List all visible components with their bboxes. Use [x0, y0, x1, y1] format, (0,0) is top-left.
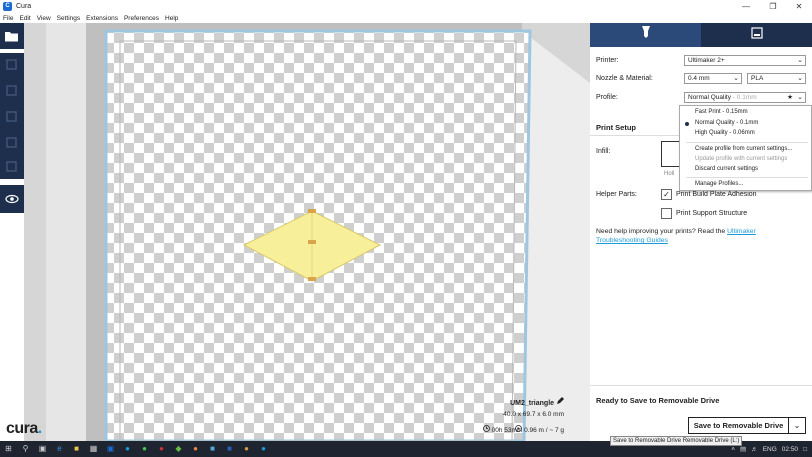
- cura-logo: cura.: [6, 420, 42, 437]
- profile-label: Profile:: [596, 94, 618, 101]
- menu-preferences[interactable]: Preferences: [124, 15, 159, 22]
- app-icon[interactable]: ●: [187, 441, 204, 457]
- chevron-down-icon: ⌄: [797, 94, 803, 101]
- menu-item-high-quality[interactable]: High Quality - 0.06mm: [695, 130, 755, 136]
- word-icon[interactable]: ■: [221, 441, 238, 457]
- support-label: Print Support Structure: [676, 210, 748, 217]
- profile-dropdown-menu: Fast Print - 0.15mm Normal Quality - 0.1…: [679, 105, 812, 191]
- pencil-icon: [557, 397, 564, 404]
- transform-tools-group: [0, 53, 24, 179]
- object-dimensions: 40.0 x 69.7 x 6.0 mm: [503, 411, 564, 418]
- transform-tools-icons: [6, 59, 17, 172]
- windows-start-icon[interactable]: ⊞: [0, 441, 17, 457]
- profile-select[interactable]: Normal Quality - 0.1mm ★ ⌄: [684, 92, 806, 103]
- menu-separator: [686, 177, 808, 178]
- menu-item-create-profile[interactable]: Create profile from current settings...: [695, 146, 792, 152]
- file-explorer-icon[interactable]: ■: [68, 441, 85, 457]
- helper-parts-label: Helper Parts:: [596, 191, 637, 198]
- support-checkbox[interactable]: [661, 208, 672, 219]
- menu-item-discard-settings[interactable]: Discard current settings: [695, 166, 758, 172]
- minimize-button[interactable]: —: [733, 0, 759, 13]
- chevron-up-icon[interactable]: ˄: [731, 446, 735, 453]
- menu-item-fast-print[interactable]: Fast Print - 0.15mm: [695, 109, 748, 115]
- edge-icon[interactable]: e: [51, 441, 68, 457]
- language-indicator[interactable]: ENG: [763, 446, 777, 453]
- tab-monitor[interactable]: [701, 23, 812, 47]
- menu-help[interactable]: Help: [165, 15, 178, 22]
- menu-extensions[interactable]: Extensions: [86, 15, 118, 22]
- network-icon[interactable]: ▤: [740, 445, 746, 453]
- close-button[interactable]: ✕: [786, 0, 812, 13]
- ready-status: Ready to Save to Removable Drive: [596, 396, 720, 405]
- menu-item-manage-profiles[interactable]: Manage Profiles...: [695, 181, 743, 187]
- help-link[interactable]: Ultimaker: [727, 228, 756, 235]
- menu-separator: [686, 142, 808, 143]
- nozzle-material-label: Nozzle & Material:: [596, 75, 653, 82]
- build-plate: [24, 23, 590, 441]
- menu-item-normal-quality[interactable]: Normal Quality - 0.1mm: [695, 120, 758, 126]
- tab-print-setup[interactable]: [590, 23, 701, 47]
- chevron-down-icon: ⌄: [793, 421, 801, 430]
- chevron-down-icon: ⌄: [797, 57, 803, 64]
- notification-icon[interactable]: □: [803, 446, 807, 453]
- infill-label: Infill:: [596, 148, 611, 155]
- view-mode-button[interactable]: [0, 185, 24, 213]
- adhesion-label: Print Build Plate Adhesion: [676, 191, 757, 198]
- spool-icon: [515, 425, 523, 432]
- window-title: Cura: [16, 3, 32, 10]
- divider: [590, 385, 812, 386]
- nozzle-icon: [641, 26, 650, 38]
- adhesion-checkbox[interactable]: ✓: [661, 189, 672, 200]
- app-icon[interactable]: ■: [204, 441, 221, 457]
- printer-monitor-icon: [750, 27, 763, 39]
- chevron-down-icon: ⌄: [733, 75, 739, 82]
- selected-bullet-icon: [685, 122, 689, 126]
- cura-window: C Cura — ❐ ✕ File Edit View Settings Ext…: [0, 0, 812, 457]
- task-view-icon[interactable]: ▣: [34, 441, 51, 457]
- menu-file[interactable]: File: [3, 15, 13, 22]
- clock-icon: [482, 425, 490, 432]
- menu-view[interactable]: View: [37, 15, 51, 22]
- folder-icon: [5, 31, 18, 41]
- title-bar: C Cura — ❐ ✕: [0, 0, 812, 13]
- store-icon[interactable]: ▦: [85, 441, 102, 457]
- menu-item-update-profile: Update profile with current settings: [695, 156, 788, 162]
- infill-caption: Holl: [664, 171, 675, 177]
- left-toolbar: [0, 23, 24, 441]
- volume-icon[interactable]: ♬: [751, 446, 758, 453]
- object-name[interactable]: UM2_triangle: [510, 397, 564, 407]
- cura-taskbar-icon[interactable]: ●: [255, 441, 272, 457]
- app-icon[interactable]: ●: [238, 441, 255, 457]
- app-icon[interactable]: ●: [153, 441, 170, 457]
- maximize-button[interactable]: ❐: [760, 0, 786, 13]
- cura-app-icon: C: [3, 2, 12, 11]
- material-select[interactable]: PLA ⌄: [747, 73, 806, 84]
- eye-icon: [5, 194, 19, 204]
- search-icon[interactable]: ⚲: [17, 441, 34, 457]
- save-tooltip: Save to Removable Drive Removable Drive …: [610, 436, 743, 446]
- panel-tabs: [590, 23, 812, 47]
- star-icon: ★: [787, 94, 793, 101]
- printer-label: Printer:: [596, 57, 619, 64]
- app-icon[interactable]: ◆: [170, 441, 187, 457]
- print-setup-heading: Print Setup: [596, 123, 637, 132]
- troubleshooting-link[interactable]: Troubleshooting Guides: [596, 237, 668, 244]
- save-options-button[interactable]: ⌄: [789, 417, 806, 434]
- save-to-drive-button[interactable]: Save to Removable Drive: [688, 417, 789, 434]
- menu-edit[interactable]: Edit: [19, 15, 30, 22]
- clock[interactable]: 02:50: [782, 446, 798, 453]
- nozzle-select[interactable]: 0.4 mm ⌄: [684, 73, 742, 84]
- material-usage: 0.96 m / ~ 7 g: [515, 425, 564, 434]
- whatsapp-icon[interactable]: ●: [136, 441, 153, 457]
- menu-bar: File Edit View Settings Extensions Prefe…: [0, 13, 590, 23]
- menu-settings[interactable]: Settings: [57, 15, 81, 22]
- skype-icon[interactable]: ●: [119, 441, 136, 457]
- 3d-viewport[interactable]: [24, 23, 590, 441]
- open-file-button[interactable]: [0, 23, 24, 49]
- help-text: Need help improving your prints? Read th…: [596, 228, 756, 244]
- chevron-down-icon: ⌄: [797, 75, 803, 82]
- outlook-icon[interactable]: ▣: [102, 441, 119, 457]
- printer-select[interactable]: Ultimaker 2+ ⌄: [684, 55, 806, 66]
